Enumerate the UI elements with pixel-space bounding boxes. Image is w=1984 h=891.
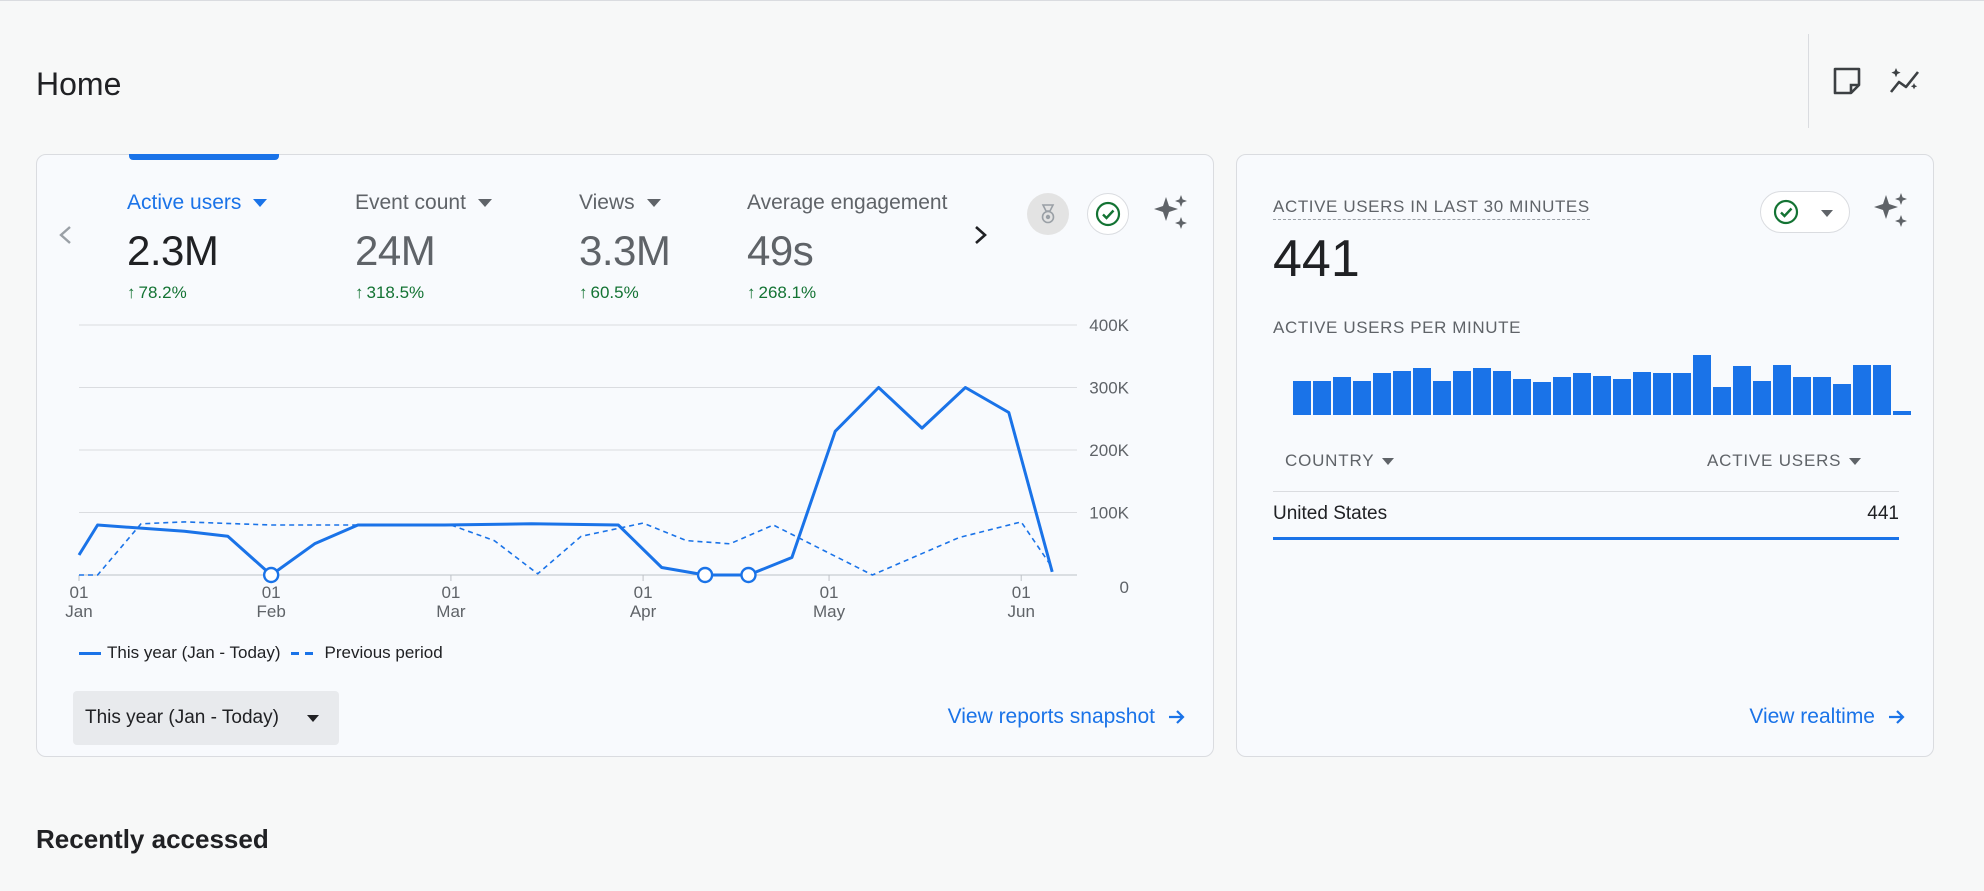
per-minute-bar[interactable] [1793,377,1811,415]
per-minute-bar[interactable] [1833,383,1851,415]
per-minute-bar[interactable] [1633,371,1651,415]
country-cell: United States [1273,503,1388,524]
column-label: COUNTRY [1285,451,1375,470]
header-divider [1808,34,1809,128]
active-users-column-header[interactable]: ACTIVE USERS [1707,451,1862,471]
per-minute-bar[interactable] [1573,373,1591,415]
data-point-marker [696,566,714,584]
x-tick-day: 01 [634,583,653,602]
per-minute-bar[interactable] [1813,377,1831,415]
per-minute-bar[interactable] [1493,371,1511,415]
per-minute-bar[interactable] [1333,377,1351,415]
page-title: Home [36,66,122,102]
table-divider [1273,491,1899,492]
per-minute-bar[interactable] [1313,381,1331,415]
per-minute-bar[interactable] [1593,376,1611,415]
per-minute-bar[interactable] [1693,355,1711,415]
x-tick-month: Feb [257,602,286,621]
x-tick-day: 01 [1012,583,1031,602]
x-tick-month: Apr [630,602,657,621]
country-column-header[interactable]: COUNTRY [1285,451,1395,471]
per-minute-bar-chart [1293,355,1911,415]
per-minute-bar[interactable] [1373,373,1391,415]
per-minute-bar[interactable] [1893,411,1911,415]
x-tick-day: 01 [262,583,281,602]
series-line-previous [79,521,1053,576]
caret-down-icon [1849,457,1862,465]
caret-down-icon [307,715,319,722]
x-tick-day: 01 [441,583,460,602]
users-cell: 441 [1867,503,1899,524]
insights-icon[interactable] [1888,64,1922,98]
x-tick-day: 01 [70,583,89,602]
y-tick-label: 0 [1120,578,1129,597]
per-minute-bar[interactable] [1873,365,1891,415]
per-minute-bar[interactable] [1293,381,1311,415]
series-line-this-year [77,386,1054,577]
per-minute-bar[interactable] [1533,382,1551,415]
x-tick-day: 01 [820,583,839,602]
legend-item-this-year: This year (Jan - Today) [107,643,281,662]
legend-item-previous: Previous period [324,643,443,662]
check-circle-icon [1773,199,1799,225]
per-minute-bar[interactable] [1433,380,1451,415]
link-label: View realtime [1749,705,1875,728]
per-minute-bar[interactable] [1393,370,1411,415]
x-tick-month: Mar [436,602,466,621]
caret-down-icon [1382,457,1395,465]
per-minute-bar[interactable] [1413,368,1431,415]
view-realtime-link[interactable]: View realtime [1749,705,1907,729]
data-point-marker [262,566,280,584]
realtime-status-dropdown[interactable] [1760,191,1850,233]
per-minute-bar[interactable] [1673,373,1691,415]
per-minute-bar[interactable] [1653,373,1671,415]
data-point-marker [740,566,757,584]
chart-legend: This year (Jan - Today) Previous period [79,643,443,663]
caret-down-icon [1821,210,1833,217]
realtime-card: ACTIVE USERS IN LAST 30 MINUTES 441 ACTI… [1236,154,1934,757]
overview-card: Active users 2.3M ↑ 78.2% Event count 24M… [36,154,1214,757]
x-tick-month: Jan [65,602,92,621]
notes-icon[interactable] [1830,64,1864,98]
view-reports-snapshot-link[interactable]: View reports snapshot [948,705,1187,729]
sparkle-icon[interactable] [1871,191,1911,231]
per-minute-bar[interactable] [1513,379,1531,415]
per-minute-bar[interactable] [1453,370,1471,415]
per-minute-bar[interactable] [1753,381,1771,415]
realtime-title[interactable]: ACTIVE USERS IN LAST 30 MINUTES [1273,197,1590,220]
x-tick-month: May [813,602,846,621]
per-minute-label: ACTIVE USERS PER MINUTE [1273,318,1522,337]
y-tick-label: 300K [1089,379,1129,398]
per-minute-bar[interactable] [1853,365,1871,415]
per-minute-bar[interactable] [1713,386,1731,415]
per-minute-bar[interactable] [1353,381,1371,415]
per-minute-bar[interactable] [1613,379,1631,415]
legend-swatch-dashed [290,651,315,655]
per-minute-bar[interactable] [1473,368,1491,415]
arrow-right-icon [1169,710,1185,724]
y-tick-label: 400K [1089,316,1129,335]
per-minute-bar[interactable] [1733,365,1751,415]
active-users-chart: 400K300K200K100K001Jan01Feb01Mar01Apr01M… [65,316,1129,621]
arrow-right-icon [1889,710,1905,724]
table-row[interactable]: United States 441 [1273,503,1899,543]
date-range-label: This year (Jan - Today) [85,707,279,728]
date-range-select[interactable]: This year (Jan - Today) [73,691,339,745]
y-tick-label: 200K [1089,441,1129,460]
link-label: View reports snapshot [947,705,1155,728]
top-border [0,0,1984,1]
realtime-value: 441 [1273,230,1360,288]
recently-accessed-heading: Recently accessed [36,824,269,854]
y-tick-label: 100K [1089,504,1129,523]
row-share-bar [1273,537,1899,540]
legend-swatch-solid [79,651,101,655]
per-minute-bar[interactable] [1773,365,1791,415]
x-tick-month: Jun [1008,602,1035,621]
per-minute-bar[interactable] [1553,377,1571,415]
column-label: ACTIVE USERS [1707,451,1842,470]
